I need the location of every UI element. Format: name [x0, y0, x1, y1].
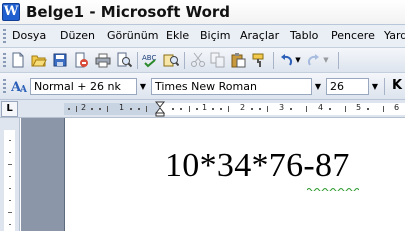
toolbar-separator	[338, 52, 339, 69]
title-bar: W Belge1 - Microsoft Word	[0, 0, 405, 25]
word-w-icon[interactable]: W	[2, 3, 20, 21]
formatting-toolbar: AA Normal + 26 nk ▼ Times New Roman ▼ 26…	[0, 73, 405, 100]
open-folder-icon[interactable]	[31, 52, 47, 68]
menu-duzen[interactable]: Düzen	[60, 29, 95, 42]
ruler-dot	[329, 108, 331, 110]
ruler-dot	[9, 224, 11, 225]
ruler-dot	[251, 108, 253, 110]
ruler-number: 4	[318, 103, 324, 112]
cut-icon[interactable]	[190, 52, 206, 68]
menu-bicim[interactable]: Biçim	[200, 29, 230, 42]
ruler-number: 3	[279, 103, 285, 112]
ruler-tick	[306, 106, 307, 112]
ruler-tick	[146, 106, 147, 112]
vertical-ruler[interactable]	[0, 118, 20, 231]
ruler-dot	[130, 108, 132, 110]
font-size-select[interactable]: 26	[326, 78, 369, 95]
ruler-number: 6	[394, 103, 400, 112]
ruler-dot	[138, 108, 140, 110]
ruler-tick	[345, 106, 346, 112]
ruler-dot	[367, 108, 369, 110]
permission-icon[interactable]	[73, 52, 89, 68]
new-document-icon[interactable]	[10, 52, 26, 68]
ruler-number: 5	[356, 103, 362, 112]
ruler-dot	[91, 108, 93, 110]
save-icon[interactable]	[52, 52, 68, 68]
document-text[interactable]: 10*34*76-87	[165, 147, 350, 185]
ruler-number: 1	[202, 103, 208, 112]
indent-marker-handle[interactable]	[155, 101, 165, 117]
ruler-dot	[220, 108, 222, 110]
print-icon[interactable]	[95, 52, 111, 68]
menu-ekle[interactable]: Ekle	[166, 29, 189, 42]
ruler-dot	[99, 108, 101, 110]
menu-dosya[interactable]: Dosya	[12, 29, 46, 42]
vertical-ruler-page	[4, 130, 15, 231]
ruler-dot	[9, 176, 11, 177]
paste-icon[interactable]	[230, 52, 246, 68]
menu-tablo[interactable]: Tablo	[290, 29, 318, 42]
toolbar-separator	[184, 52, 185, 69]
toolbar-grip-handle[interactable]	[3, 53, 6, 67]
toolbar-separator	[137, 52, 138, 69]
ruler-dot	[68, 108, 70, 110]
menu-gorunum[interactable]: Görünüm	[107, 29, 158, 42]
ruler-tick	[267, 106, 268, 112]
redo-dropdown-icon[interactable]: ▼	[321, 52, 331, 68]
ruler-tick	[189, 106, 190, 112]
window-title: Belge1 - Microsoft Word	[26, 3, 231, 21]
tab-selector-button[interactable]: L	[1, 101, 18, 117]
ruler-dot	[196, 108, 198, 110]
redo-icon[interactable]	[306, 52, 322, 68]
ruler-number: 2	[240, 103, 246, 112]
ruler-dot	[290, 108, 292, 110]
ruler-tick	[228, 106, 229, 112]
research-icon[interactable]	[163, 52, 180, 68]
undo-dropdown-icon[interactable]: ▼	[293, 52, 303, 68]
grammar-squiggle	[307, 188, 359, 191]
ruler-number: 2	[81, 103, 87, 112]
undo-icon[interactable]	[278, 52, 294, 68]
toolbar-separator	[384, 78, 385, 95]
menu-yardim[interactable]: Yard	[384, 29, 405, 42]
ruler-tick	[383, 106, 384, 112]
ruler-dot	[9, 200, 11, 201]
formatting-grip-handle[interactable]	[3, 79, 6, 93]
toolbar-separator	[273, 52, 274, 69]
ruler-tick	[76, 106, 77, 112]
font-select[interactable]: Times New Roman	[151, 78, 312, 95]
bold-button[interactable]: K	[389, 78, 405, 94]
format-painter-icon[interactable]	[251, 52, 267, 68]
ruler-tick	[8, 212, 12, 213]
ruler-tick	[8, 164, 12, 165]
styles-formatting-icon[interactable]: AA	[10, 78, 28, 95]
font-dropdown-icon[interactable]: ▼	[312, 78, 324, 95]
print-preview-icon[interactable]	[116, 52, 133, 68]
svg-text:A: A	[19, 85, 28, 94]
copy-icon[interactable]	[210, 52, 226, 68]
menu-pencere[interactable]: Pencere	[331, 29, 375, 42]
style-dropdown-icon[interactable]: ▼	[137, 78, 149, 95]
menu-grip-handle[interactable]	[3, 29, 6, 43]
font-size-dropdown-icon[interactable]: ▼	[369, 78, 381, 95]
ruler-number: 1	[119, 103, 125, 112]
style-select[interactable]: Normal + 26 nk	[30, 78, 137, 95]
ruler-dot	[259, 108, 261, 110]
ruler-dot	[212, 108, 214, 110]
ruler-dot	[9, 140, 11, 141]
ruler-dot	[9, 188, 11, 189]
standard-toolbar: ABC ▼ ▼	[0, 48, 405, 73]
ruler-dot	[172, 108, 174, 110]
ruler-dot	[180, 108, 182, 110]
ruler-dot	[9, 152, 11, 153]
horizontal-ruler[interactable]: L 2 1 1 2 3 4 5 6	[0, 100, 405, 118]
menu-bar: Dosya Düzen Görünüm Ekle Biçim Araçlar T…	[0, 25, 405, 48]
spelling-icon[interactable]: ABC	[142, 52, 158, 68]
menu-araclar[interactable]: Araçlar	[240, 29, 279, 42]
ruler-tick	[107, 106, 108, 112]
